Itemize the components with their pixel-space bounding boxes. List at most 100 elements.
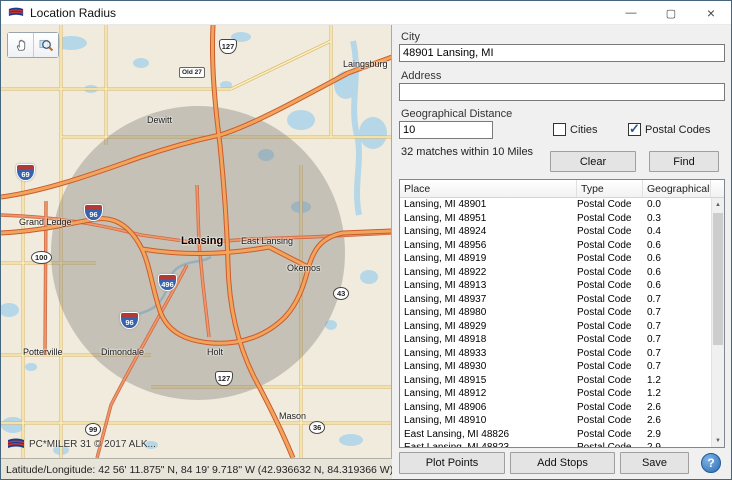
column-header-type[interactable]: Type: [577, 180, 643, 197]
clear-button[interactable]: Clear: [550, 151, 636, 172]
table-row[interactable]: Lansing, MI 48937 Postal Code 0.7: [400, 293, 724, 307]
cell-distance: 0.0: [643, 198, 711, 212]
cell-distance: 2.6: [643, 401, 711, 415]
table-row[interactable]: Lansing, MI 48918 Postal Code 0.7: [400, 333, 724, 347]
map-label-holt: Holt: [207, 347, 223, 357]
cell-distance: 2.9: [643, 428, 711, 442]
geographical-distance-label: Geographical Distance: [401, 108, 512, 120]
cell-place: Lansing, MI 48901: [400, 198, 577, 212]
location-radius-window: Location Radius — ▢ ×: [0, 0, 732, 480]
cell-distance: 0.7: [643, 320, 711, 334]
window-controls: — ▢ ×: [611, 1, 731, 25]
magnifier-icon: [39, 38, 54, 53]
map-label-east-lansing: East Lansing: [241, 236, 293, 246]
address-input[interactable]: [399, 83, 725, 101]
cell-type: Postal Code: [577, 198, 643, 212]
maximize-button[interactable]: ▢: [651, 1, 691, 25]
cell-type: Postal Code: [577, 279, 643, 293]
map-canvas[interactable]: Dewitt Grand Ledge Lansing East Lansing …: [1, 25, 392, 458]
cell-type: Postal Code: [577, 414, 643, 428]
cell-place: Lansing, MI 48918: [400, 333, 577, 347]
cities-checkbox-box[interactable]: [553, 123, 566, 136]
table-row[interactable]: Lansing, MI 48910 Postal Code 2.6: [400, 414, 724, 428]
cell-type: Postal Code: [577, 239, 643, 253]
map-label-mason: Mason: [279, 411, 306, 421]
table-row[interactable]: Lansing, MI 48919 Postal Code 0.6: [400, 252, 724, 266]
table-row[interactable]: Lansing, MI 48912 Postal Code 1.2: [400, 387, 724, 401]
postal-codes-checkbox[interactable]: Postal Codes: [628, 123, 710, 136]
table-row[interactable]: Lansing, MI 48915 Postal Code 1.2: [400, 374, 724, 388]
cell-place: Lansing, MI 48906: [400, 401, 577, 415]
table-row[interactable]: Lansing, MI 48906 Postal Code 2.6: [400, 401, 724, 415]
scroll-down-arrow[interactable]: ▼: [712, 434, 724, 447]
cell-distance: 1.2: [643, 387, 711, 401]
table-row[interactable]: East Lansing, MI 48826 Postal Code 2.9: [400, 428, 724, 442]
help-button[interactable]: ?: [701, 453, 721, 473]
cell-distance: 0.6: [643, 239, 711, 253]
matches-count-text: 32 matches within 10 Miles: [401, 146, 533, 158]
table-row[interactable]: Lansing, MI 48956 Postal Code 0.6: [400, 239, 724, 253]
table-row[interactable]: Lansing, MI 48951 Postal Code 0.3: [400, 212, 724, 226]
table-row[interactable]: Lansing, MI 48929 Postal Code 0.7: [400, 320, 724, 334]
cell-place: Lansing, MI 48937: [400, 293, 577, 307]
cell-place: Lansing, MI 48930: [400, 360, 577, 374]
table-row[interactable]: Lansing, MI 48933 Postal Code 0.7: [400, 347, 724, 361]
zoom-tool-button[interactable]: [33, 33, 58, 57]
cell-type: Postal Code: [577, 293, 643, 307]
table-row[interactable]: East Lansing, MI 48823 Postal Code 2.9: [400, 441, 724, 448]
app-logo-icon: [8, 7, 24, 18]
results-table-header: Place Type Geographical Di: [400, 180, 724, 198]
map-label-okemos: Okemos: [287, 263, 321, 273]
results-table: Place Type Geographical Di Lansing, MI 4…: [399, 179, 725, 448]
cell-place: Lansing, MI 48956: [400, 239, 577, 253]
pan-tool-button[interactable]: [8, 33, 33, 57]
cell-type: Postal Code: [577, 225, 643, 239]
map-label-dewitt: Dewitt: [147, 115, 172, 125]
cell-distance: 0.7: [643, 333, 711, 347]
map-copyright: PC*MILER 31 © 2017 ALK...: [7, 438, 156, 450]
add-stops-button[interactable]: Add Stops: [510, 452, 615, 474]
column-header-place[interactable]: Place: [400, 180, 577, 197]
map-label-grand-ledge: Grand Ledge: [19, 217, 72, 227]
table-scrollbar[interactable]: ▲ ▼: [711, 198, 724, 447]
cell-distance: 0.4: [643, 225, 711, 239]
table-row[interactable]: Lansing, MI 48922 Postal Code 0.6: [400, 266, 724, 280]
cell-distance: 2.6: [643, 414, 711, 428]
city-input[interactable]: [399, 44, 725, 62]
cell-place: Lansing, MI 48933: [400, 347, 577, 361]
window-title: Location Radius: [30, 6, 116, 20]
city-label: City: [401, 31, 420, 43]
status-bar: Latitude/Longitude: 42 56' 11.875" N, 84…: [1, 458, 392, 480]
postal-codes-checkbox-box[interactable]: [628, 123, 641, 136]
cell-place: Lansing, MI 48929: [400, 320, 577, 334]
cell-place: Lansing, MI 48915: [400, 374, 577, 388]
cities-checkbox[interactable]: Cities: [553, 123, 598, 136]
geographical-distance-input[interactable]: [399, 121, 493, 139]
table-row[interactable]: Lansing, MI 48930 Postal Code 0.7: [400, 360, 724, 374]
table-row[interactable]: Lansing, MI 48980 Postal Code 0.7: [400, 306, 724, 320]
save-button[interactable]: Save: [620, 452, 689, 474]
scroll-up-arrow[interactable]: ▲: [712, 198, 724, 211]
cell-type: Postal Code: [577, 441, 643, 448]
cell-type: Postal Code: [577, 333, 643, 347]
plot-points-button[interactable]: Plot Points: [399, 452, 505, 474]
cell-place: Lansing, MI 48910: [400, 414, 577, 428]
cell-type: Postal Code: [577, 266, 643, 280]
cell-place: Lansing, MI 48919: [400, 252, 577, 266]
cell-distance: 2.9: [643, 441, 711, 448]
table-row[interactable]: Lansing, MI 48924 Postal Code 0.4: [400, 225, 724, 239]
cell-place: Lansing, MI 48951: [400, 212, 577, 226]
table-row[interactable]: Lansing, MI 48913 Postal Code 0.6: [400, 279, 724, 293]
close-button[interactable]: ×: [691, 1, 731, 25]
column-header-geographical-distance[interactable]: Geographical Di: [643, 180, 711, 197]
table-row[interactable]: Lansing, MI 48901 Postal Code 0.0: [400, 198, 724, 212]
find-button[interactable]: Find: [649, 151, 719, 172]
minimize-button[interactable]: —: [611, 1, 651, 25]
route-shield-i496: 496: [159, 275, 176, 290]
hand-icon: [14, 38, 28, 52]
cell-place: East Lansing, MI 48823: [400, 441, 577, 448]
cell-place: Lansing, MI 48980: [400, 306, 577, 320]
scroll-thumb[interactable]: [713, 213, 723, 345]
cell-distance: 0.7: [643, 347, 711, 361]
route-shield-m100: 100: [31, 251, 52, 264]
